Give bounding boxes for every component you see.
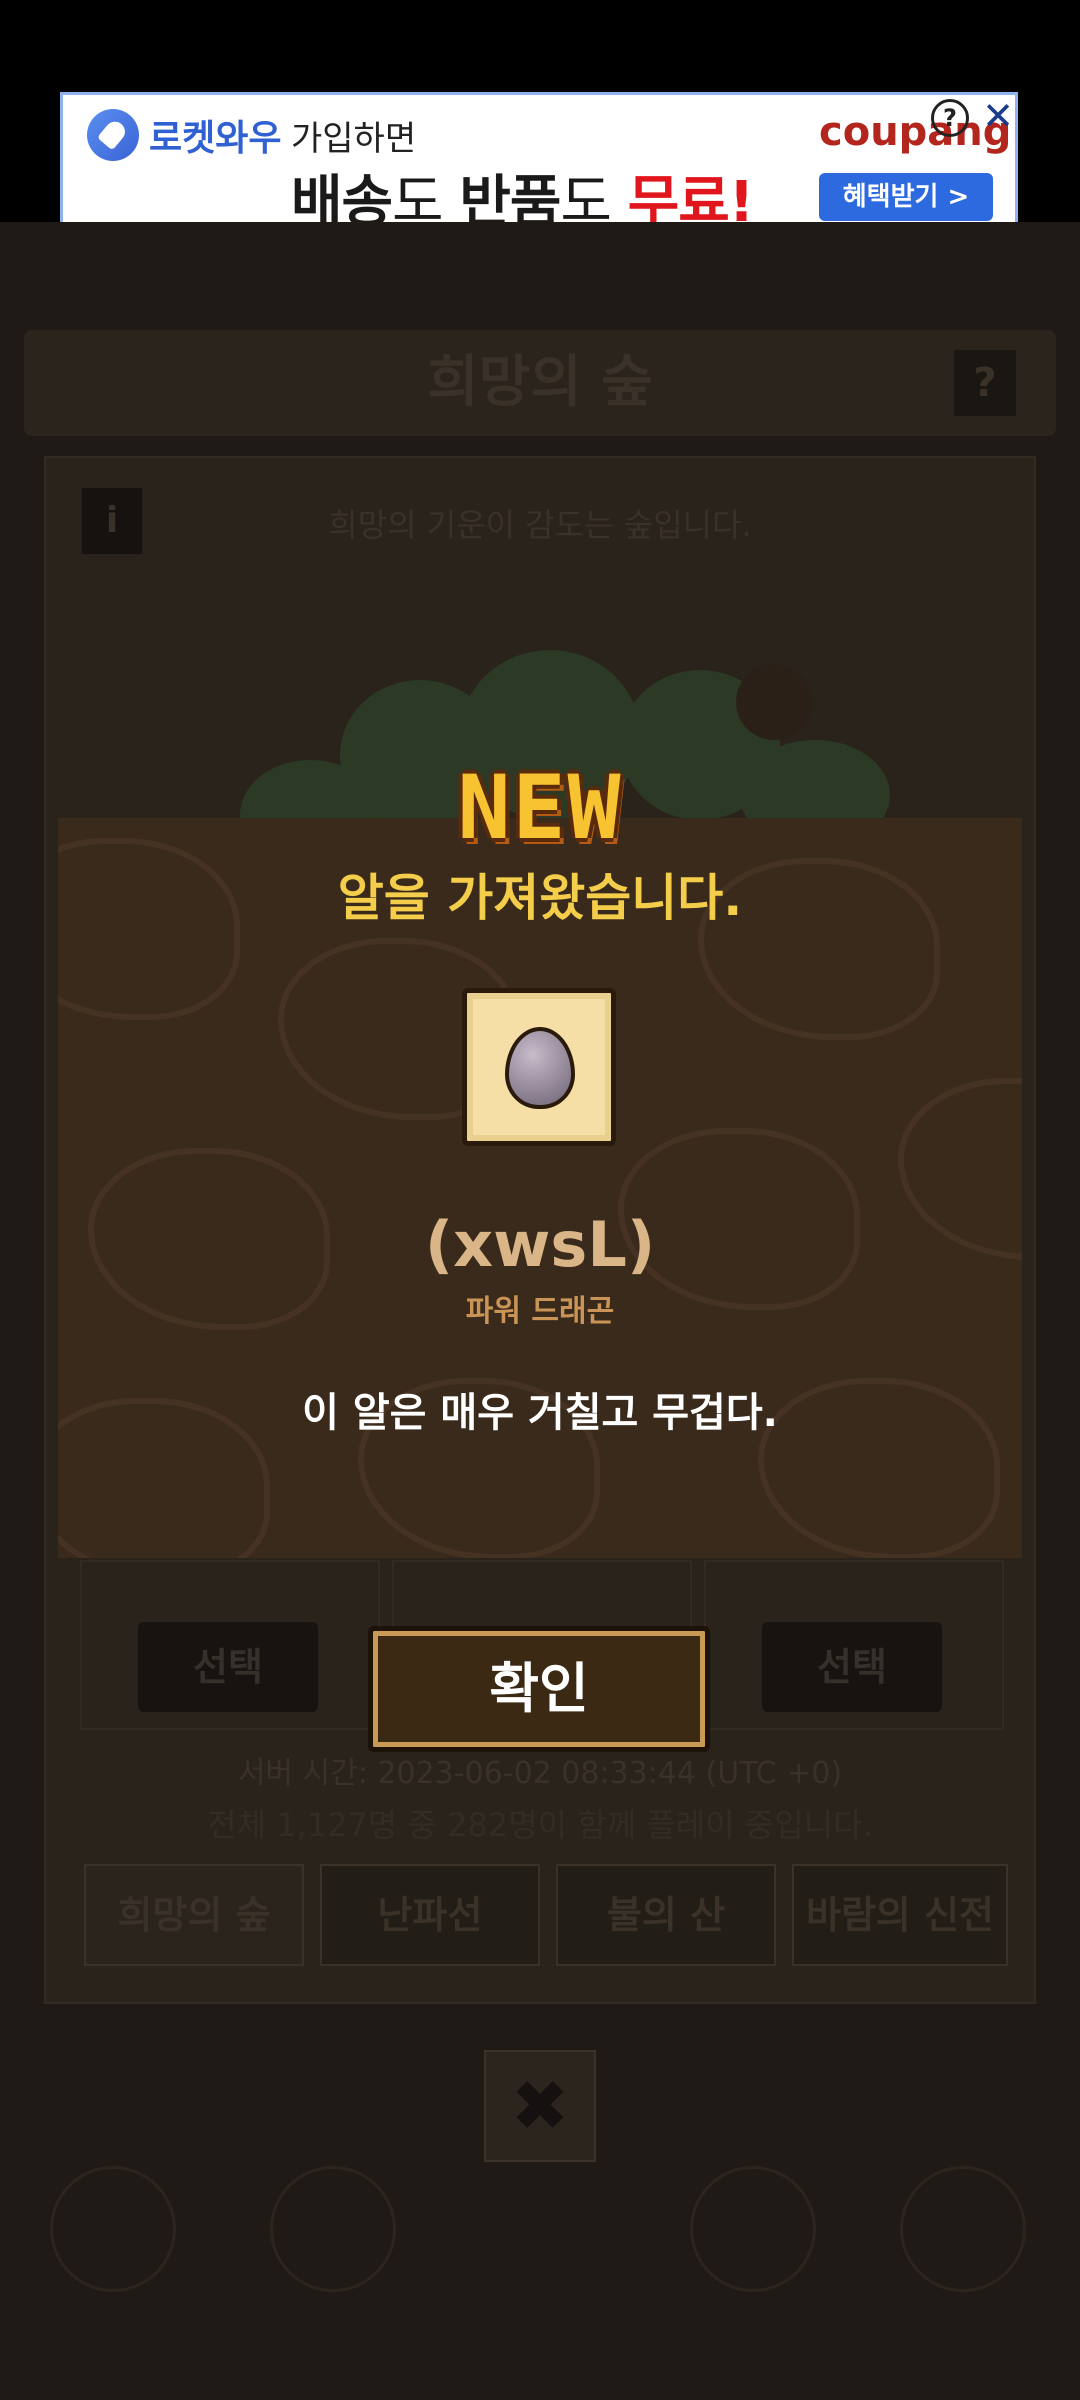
- egg-type: 파워 드래곤: [465, 1294, 615, 1329]
- ad-banner[interactable]: 로켓와우 가입하면 배송도 반품도 무료! coupang ? ✕ 혜택받기 >: [60, 92, 1018, 238]
- ad-cta-button[interactable]: 혜택받기 >: [819, 173, 993, 221]
- select-button[interactable]: 선택: [138, 1622, 318, 1712]
- location-pin-icon: [736, 664, 812, 740]
- egg-description: 이 알은 매우 거칠고 무겁다.: [302, 1390, 778, 1436]
- popup-title: 알을 가져왔습니다.: [337, 869, 743, 927]
- ad-brand: 로켓와우: [149, 118, 282, 159]
- help-icon[interactable]: ?: [954, 350, 1016, 416]
- nav-icon[interactable]: [50, 2166, 176, 2292]
- bg-page-title: 희망의 숲: [427, 350, 653, 415]
- tab-hope-forest[interactable]: 희망의 숲: [84, 1864, 304, 1966]
- bg-description: 희망의 기운이 감도는 숲입니다.: [328, 506, 752, 544]
- tab-wind-temple[interactable]: 바람의 신전: [792, 1864, 1008, 1966]
- rocket-icon: [87, 109, 139, 161]
- egg-icon: [505, 1027, 575, 1109]
- close-icon[interactable]: ✖: [484, 2050, 596, 2162]
- egg-card: [462, 988, 616, 1146]
- server-time: 서버 시간: 2023-06-02 08:33:44 (UTC +0): [237, 1756, 843, 1791]
- ad-info-icon[interactable]: ?: [931, 99, 969, 137]
- confirm-button[interactable]: 확인: [368, 1626, 710, 1752]
- select-button[interactable]: 선택: [762, 1622, 942, 1712]
- nav-icon[interactable]: [690, 2166, 816, 2292]
- nav-icon[interactable]: [270, 2166, 396, 2292]
- ad-close-icon[interactable]: ✕: [977, 95, 1019, 137]
- ad-line1: 가입하면: [291, 119, 417, 159]
- nav-icon[interactable]: [900, 2166, 1026, 2292]
- new-badge: NEW: [457, 756, 623, 859]
- egg-name: (xwsL): [424, 1208, 656, 1281]
- online-users: 전체 1,127명 중 282명이 함께 플레이 중입니다.: [207, 1806, 873, 1844]
- tab-shipwreck[interactable]: 난파선: [320, 1864, 540, 1966]
- tab-fire-mountain[interactable]: 불의 산: [556, 1864, 776, 1966]
